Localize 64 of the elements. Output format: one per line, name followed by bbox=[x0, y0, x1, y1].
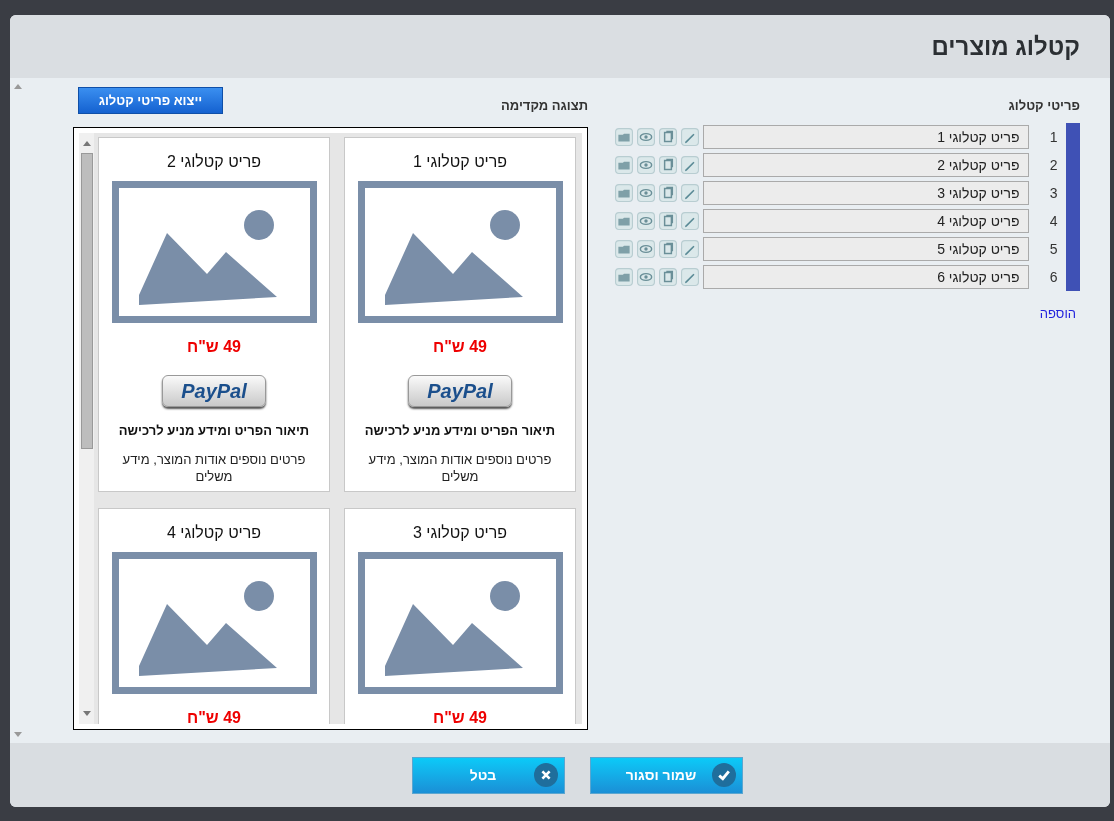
scrollbar-thumb[interactable] bbox=[80, 153, 93, 449]
edit-icon[interactable] bbox=[681, 184, 699, 202]
scroll-down-icon[interactable] bbox=[82, 711, 91, 716]
row-number: 1 bbox=[1048, 127, 1059, 147]
edit-icon[interactable] bbox=[681, 268, 699, 286]
folder-icon[interactable] bbox=[615, 240, 633, 258]
close-icon bbox=[533, 763, 558, 787]
paypal-button[interactable]: PayPal bbox=[408, 375, 512, 407]
folder-icon[interactable] bbox=[615, 212, 633, 230]
item-description: תיאור הפריט ומידע מניע לרכישה bbox=[364, 422, 556, 440]
eye-icon[interactable] bbox=[637, 156, 655, 174]
eye-icon[interactable] bbox=[637, 240, 655, 258]
paypal-button[interactable]: PayPal bbox=[162, 375, 266, 407]
dialog-title: קטלוג מוצרים bbox=[931, 31, 1080, 62]
edit-icon[interactable] bbox=[681, 156, 699, 174]
copy-icon[interactable] bbox=[659, 240, 677, 258]
check-icon bbox=[711, 763, 736, 787]
item-field[interactable]: פריט קטלוגי 6 bbox=[703, 265, 1029, 289]
eye-icon[interactable] bbox=[637, 184, 655, 202]
edit-icon[interactable] bbox=[681, 128, 699, 146]
folder-icon[interactable] bbox=[615, 156, 633, 174]
copy-icon[interactable] bbox=[659, 156, 677, 174]
folder-icon[interactable] bbox=[615, 268, 633, 286]
row-number: 2 bbox=[1048, 155, 1059, 175]
price: 49 ש"ח bbox=[433, 337, 487, 357]
folder-icon[interactable] bbox=[615, 128, 633, 146]
eye-icon[interactable] bbox=[637, 268, 655, 286]
price: 49 ש"ח bbox=[187, 337, 241, 357]
copy-icon[interactable] bbox=[659, 184, 677, 202]
price: 49 ש"ח bbox=[187, 708, 241, 724]
copy-icon[interactable] bbox=[659, 128, 677, 146]
drag-handle[interactable] bbox=[1066, 263, 1080, 291]
item-field[interactable]: פריט קטלוגי 1 bbox=[703, 125, 1029, 149]
row-number: 5 bbox=[1048, 239, 1059, 259]
scroll-up-icon[interactable] bbox=[13, 84, 22, 89]
item-field[interactable]: פריט קטלוגי 3 bbox=[703, 181, 1029, 205]
item-field[interactable]: פריט קטלוגי 4 bbox=[703, 209, 1029, 233]
card-title: פריט קטלוגי 2 bbox=[166, 152, 262, 172]
card-title: פריט קטלוגי 3 bbox=[412, 523, 508, 543]
drag-handle[interactable] bbox=[1066, 123, 1080, 151]
scroll-up-icon[interactable] bbox=[82, 141, 91, 146]
price: 49 ש"ח bbox=[433, 708, 487, 724]
copy-icon[interactable] bbox=[659, 212, 677, 230]
row-number: 6 bbox=[1048, 267, 1059, 287]
scroll-down-icon[interactable] bbox=[13, 732, 22, 737]
edit-icon[interactable] bbox=[681, 240, 699, 258]
folder-icon[interactable] bbox=[615, 184, 633, 202]
eye-icon[interactable] bbox=[637, 128, 655, 146]
copy-icon[interactable] bbox=[659, 268, 677, 286]
section-heading: פריטי קטלוג bbox=[1007, 97, 1080, 115]
edit-icon[interactable] bbox=[681, 212, 699, 230]
item-details: פרטים נוספים אודות המוצר, מידע משלים bbox=[121, 450, 307, 485]
add-link[interactable]: הוספה bbox=[1039, 304, 1076, 324]
section-heading: תצוגה מקדימה bbox=[500, 97, 588, 115]
export-button[interactable]: ייצוא פריטי קטלוג bbox=[78, 87, 223, 114]
card-title: פריט קטלוגי 4 bbox=[166, 523, 262, 543]
row-number: 4 bbox=[1048, 211, 1059, 231]
item-description: תיאור הפריט ומידע מניע לרכישה bbox=[118, 422, 310, 440]
item-field[interactable]: פריט קטלוגי 5 bbox=[703, 237, 1029, 261]
card-title: פריט קטלוגי 1 bbox=[412, 152, 508, 172]
item-details: פרטים נוספים אודות המוצר, מידע משלים bbox=[367, 450, 553, 485]
row-number: 3 bbox=[1048, 183, 1059, 203]
item-field[interactable]: פריט קטלוגי 2 bbox=[703, 153, 1029, 177]
eye-icon[interactable] bbox=[637, 212, 655, 230]
